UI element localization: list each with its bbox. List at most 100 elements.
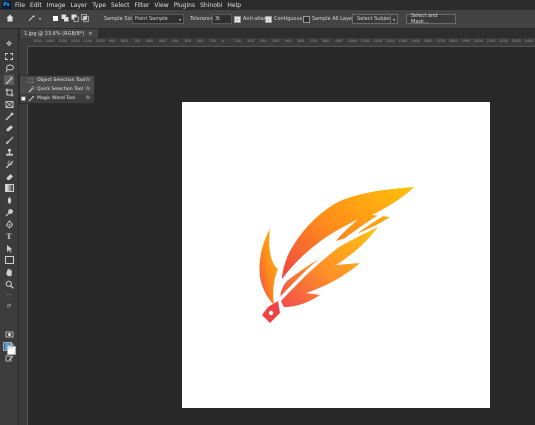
marquee-tool-icon[interactable]: [4, 51, 14, 61]
feather-lower-vane: [280, 227, 378, 307]
menu-bar: Ps File Edit Image Layer Type Select Fil…: [0, 0, 535, 10]
document-tab[interactable]: 1.jpg @ 33.6% (RGB/8*) ×: [20, 29, 100, 38]
horizontal-ruler[interactable]: 1500 1400 1300 1200 1100 1000 900 800 700 600 500 4…: [19, 38, 535, 47]
selected-marker-icon: ■: [21, 95, 26, 102]
clone-stamp-icon[interactable]: [4, 147, 14, 157]
menu-shinobi[interactable]: Shinobi: [200, 2, 222, 9]
menu-image[interactable]: Image: [47, 2, 66, 9]
healing-brush-icon[interactable]: [4, 123, 14, 133]
path-selection-icon[interactable]: [4, 243, 14, 253]
ruler-tick-label: 1900: [461, 39, 471, 43]
menu-plugins[interactable]: Plugins: [174, 2, 196, 9]
chevron-down-icon: ▾: [178, 16, 181, 22]
antialias-checkbox[interactable]: ✓ Anti-alias: [234, 14, 266, 24]
ruler-tick-label: 1100: [83, 39, 93, 43]
ruler-tick-label: 2400: [524, 39, 534, 43]
brush-tool-icon[interactable]: [4, 135, 14, 145]
swap-colors-icon[interactable]: ⇄: [4, 301, 14, 311]
type-tool-icon[interactable]: T: [4, 231, 14, 241]
more-tools-icon[interactable]: ···: [4, 291, 14, 301]
lasso-tool-icon[interactable]: [4, 63, 14, 73]
sample-all-layers-checkbox[interactable]: Sample All Layers: [303, 14, 357, 24]
ruler-tick-label: 500: [285, 39, 292, 43]
photoshop-logo[interactable]: Ps: [2, 1, 11, 9]
feather-logo-artwork: [259, 187, 414, 323]
feather-left-vane: [259, 229, 278, 305]
pen-tool-icon[interactable]: [4, 219, 14, 229]
flyout-item-label: Magic Wand Tool: [37, 96, 76, 101]
crop-tool-icon[interactable]: [4, 87, 14, 97]
subtract-from-selection-icon[interactable]: [71, 14, 79, 22]
contiguous-label: Contiguous: [274, 16, 303, 22]
ruler-tick-label: 600: [297, 39, 305, 43]
ruler-tick-label: 1500: [33, 39, 42, 43]
ruler-tick-label: 1600: [423, 39, 433, 43]
chevron-down-icon: ▾: [393, 16, 396, 22]
tolerance-value: 3t: [215, 16, 221, 22]
tolerance-input[interactable]: 3t: [212, 14, 232, 24]
magic-wand-tool-icon[interactable]: [4, 75, 14, 85]
ruler-tick-label: 200: [247, 39, 254, 43]
pen-nib-hole: [268, 310, 274, 316]
ruler-tick-label: 900: [335, 39, 343, 43]
eraser-tool-icon[interactable]: [4, 171, 14, 181]
ruler-tick-label: 1400: [398, 39, 408, 43]
close-icon[interactable]: ×: [88, 31, 92, 37]
sample-all-layers-label: Sample All Layers: [312, 16, 357, 22]
menu-type[interactable]: Type: [92, 2, 106, 9]
magic-wand-preset-icon[interactable]: [28, 14, 36, 22]
ruler-tick-label: 100: [209, 39, 217, 43]
flyout-item-quick-selection[interactable]: Quick Selection Tool W: [20, 85, 94, 94]
eyedropper-tool-icon[interactable]: [4, 111, 14, 121]
edit-toolbar-icon[interactable]: [4, 353, 14, 363]
ruler-tick-label: 700: [133, 39, 141, 43]
menu-select[interactable]: Select: [111, 2, 130, 9]
ruler-tick-label: 400: [171, 39, 179, 43]
ruler-tick-label: 400: [272, 39, 280, 43]
flyout-item-object-selection[interactable]: ⬚ Object Selection Tool W: [20, 76, 94, 85]
new-selection-icon[interactable]: [51, 14, 59, 22]
select-subject-dropdown[interactable]: ▾: [390, 14, 399, 24]
sample-size-value: Point Sample: [135, 16, 168, 22]
check-icon: ✓: [234, 15, 241, 23]
dodge-tool-icon[interactable]: [4, 207, 14, 217]
ruler-tick-label: 2000: [474, 39, 483, 43]
frame-tool-icon[interactable]: [4, 99, 14, 109]
ruler-tick-label: 700: [310, 39, 317, 43]
zoom-tool-icon[interactable]: [4, 279, 14, 289]
magic-wand-icon: [27, 95, 35, 102]
move-tool-icon[interactable]: ✥: [4, 39, 14, 49]
menu-filter[interactable]: Filter: [135, 2, 150, 9]
rectangle-tool-icon[interactable]: [4, 255, 14, 265]
blur-tool-icon[interactable]: [4, 195, 14, 205]
flyout-item-label: Quick Selection Tool: [37, 87, 84, 92]
gradient-tool-icon[interactable]: [4, 183, 14, 193]
intersect-selection-icon[interactable]: [81, 14, 89, 22]
ruler-tick-label: 800: [322, 39, 330, 43]
menu-edit[interactable]: Edit: [30, 2, 42, 9]
ruler-tick-label: 2100: [486, 39, 496, 43]
hand-tool-icon[interactable]: [4, 267, 14, 277]
document-title: 1.jpg @ 33.6% (RGB/8*): [24, 30, 85, 37]
ruler-tick-label: 200: [196, 39, 204, 43]
screen-mode-icon[interactable]: [4, 341, 14, 351]
ruler-tick-label: 1500: [411, 39, 420, 43]
add-to-selection-icon[interactable]: [61, 14, 69, 22]
menu-view[interactable]: View: [154, 2, 168, 9]
flyout-item-magic-wand[interactable]: ■ Magic Wand Tool W: [20, 94, 94, 103]
contiguous-checkbox[interactable]: ✓ Contiguous: [265, 14, 302, 24]
select-and-mask-button[interactable]: Select and Mask...: [406, 13, 456, 25]
ruler-tick-label: 2300: [511, 39, 521, 43]
ruler-tick-label: 600: [146, 39, 154, 43]
ruler-tick-label: 0: [222, 39, 225, 43]
menu-file[interactable]: File: [15, 2, 25, 9]
chevron-down-icon[interactable]: ▾: [36, 14, 44, 22]
sample-size-select[interactable]: Point Sample ▾: [132, 14, 184, 24]
antialias-label: Anti-alias: [243, 16, 267, 22]
home-icon[interactable]: [6, 14, 14, 22]
menu-help[interactable]: Help: [227, 2, 241, 9]
history-brush-icon[interactable]: [4, 159, 14, 169]
quick-mask-icon[interactable]: [4, 329, 14, 339]
menu-layer[interactable]: Layer: [70, 2, 87, 9]
ruler-tick-label: 1700: [436, 39, 446, 43]
